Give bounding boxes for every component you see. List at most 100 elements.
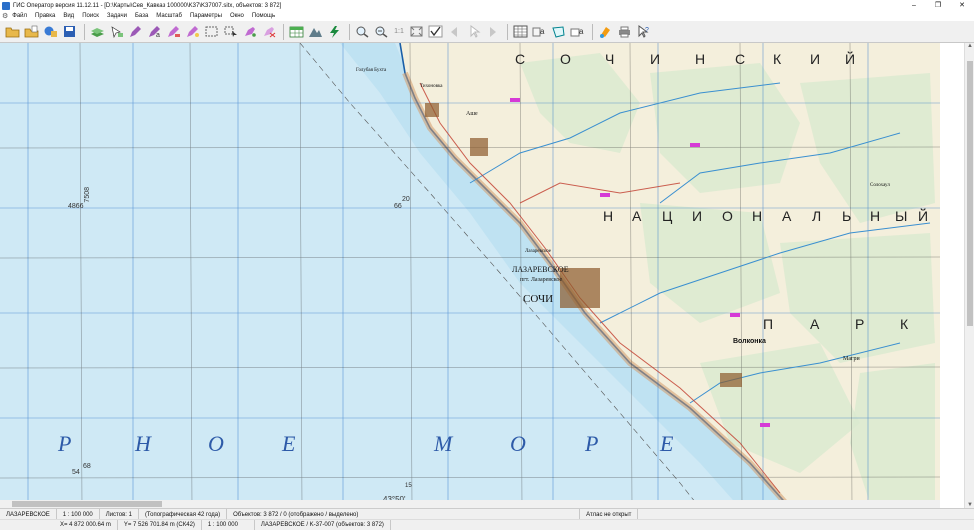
sea-name-letter: Е bbox=[660, 431, 674, 456]
vertical-scrollbar[interactable]: ▲ ▼ bbox=[964, 43, 974, 508]
open-folder-icon[interactable] bbox=[4, 23, 21, 40]
park-letter: Ч bbox=[605, 51, 615, 67]
settlement-label: Аше bbox=[466, 111, 478, 117]
latitude-sub-label: 15 bbox=[405, 483, 412, 489]
menu-view[interactable]: Вид bbox=[59, 13, 78, 19]
park-letter: П bbox=[763, 316, 774, 332]
pin-tool-icon[interactable] bbox=[241, 23, 258, 40]
menu-scale[interactable]: Масштаб bbox=[152, 13, 186, 19]
app-icon bbox=[2, 1, 10, 10]
toolbar-separator bbox=[592, 23, 593, 40]
layers-icon[interactable] bbox=[89, 23, 106, 40]
open-doc-icon[interactable] bbox=[23, 23, 40, 40]
delete-tool-icon[interactable] bbox=[260, 23, 277, 40]
open-data-icon[interactable] bbox=[42, 23, 59, 40]
city-sub-label: пгт. Лазаревское bbox=[520, 277, 563, 283]
svg-text:a: a bbox=[540, 27, 545, 36]
menu-edit[interactable]: Правка bbox=[31, 13, 59, 19]
toolbar-separator bbox=[84, 23, 85, 40]
park-letter: Ь bbox=[842, 208, 852, 224]
park-letter: Л bbox=[812, 208, 822, 224]
park-letter: Ц bbox=[662, 208, 673, 224]
close-button[interactable]: ✕ bbox=[950, 0, 974, 11]
zoom-ratio-label[interactable]: 1:1 bbox=[392, 23, 406, 40]
menu-parameters[interactable]: Параметры bbox=[186, 13, 226, 19]
park-letter: О bbox=[722, 208, 733, 224]
settlement-label: Магри bbox=[843, 356, 860, 362]
edit-tool-icon[interactable] bbox=[127, 23, 144, 40]
vertical-scroll-thumb[interactable] bbox=[967, 61, 973, 326]
park-letter: А bbox=[632, 208, 642, 224]
grid-coord-label: 7508 bbox=[84, 187, 91, 203]
settlement-label: Волконка bbox=[733, 338, 766, 345]
check-icon[interactable] bbox=[427, 23, 444, 40]
park-letter: Й bbox=[845, 51, 856, 67]
table-icon[interactable] bbox=[288, 23, 305, 40]
horizontal-scroll-thumb[interactable] bbox=[12, 501, 162, 507]
depth-label: 54 bbox=[72, 469, 80, 476]
menu-search[interactable]: Поиск bbox=[78, 13, 103, 19]
sea-name-letter: Н bbox=[135, 431, 151, 456]
toolbar-separator bbox=[283, 23, 284, 40]
settlement-label: Солохаул bbox=[870, 183, 890, 188]
rect-select-icon[interactable] bbox=[203, 23, 220, 40]
city-label: СОЧИ bbox=[523, 293, 554, 305]
fit-icon[interactable] bbox=[408, 23, 425, 40]
zoom-in-icon[interactable] bbox=[354, 23, 371, 40]
move-tool-icon[interactable] bbox=[222, 23, 239, 40]
park-letter: С bbox=[735, 51, 746, 67]
park-letter: Н bbox=[695, 51, 706, 67]
park-letter: К bbox=[773, 51, 782, 67]
menu-tasks[interactable]: Задачи bbox=[103, 13, 131, 19]
text-tool-icon[interactable]: a bbox=[146, 23, 163, 40]
grid-table-icon[interactable] bbox=[512, 23, 529, 40]
sea-name-letter: Е bbox=[282, 431, 296, 456]
depth-label: 66 bbox=[394, 203, 402, 210]
park-letter: Й bbox=[918, 208, 929, 224]
svg-text:a: a bbox=[579, 27, 584, 36]
park-letter: И bbox=[650, 51, 661, 67]
toolbar-separator bbox=[507, 23, 508, 40]
back-icon[interactable] bbox=[446, 23, 463, 40]
lightning-icon[interactable] bbox=[326, 23, 343, 40]
brush-tool-icon[interactable] bbox=[165, 23, 182, 40]
park-letter: И bbox=[692, 208, 703, 224]
svg-text:a: a bbox=[156, 32, 160, 38]
minimize-button[interactable]: – bbox=[902, 0, 926, 11]
polygon-icon[interactable] bbox=[550, 23, 567, 40]
help-pointer-icon[interactable]: ? bbox=[635, 23, 652, 40]
park-letter: Н bbox=[603, 208, 614, 224]
menu-database[interactable]: База bbox=[131, 13, 152, 19]
paint-icon[interactable] bbox=[597, 23, 614, 40]
print-icon[interactable] bbox=[616, 23, 633, 40]
depth-label: 68 bbox=[83, 463, 91, 470]
layers-edit-icon[interactable]: a bbox=[569, 23, 586, 40]
settlement-label: Лазаревское bbox=[525, 249, 552, 254]
menu-help[interactable]: Помощь bbox=[248, 13, 279, 19]
label-icon[interactable]: a bbox=[531, 23, 548, 40]
map-view[interactable]: Р Н О Е М О Р Е С О Ч И Н С К И Й Н А Ц … bbox=[0, 43, 940, 508]
maximize-button[interactable]: ❐ bbox=[926, 0, 950, 11]
toolbar-separator bbox=[349, 23, 350, 40]
pointer-icon[interactable] bbox=[465, 23, 482, 40]
sea-name-letter: О bbox=[208, 431, 224, 456]
mountain-icon[interactable] bbox=[307, 23, 324, 40]
zoom-out-icon[interactable] bbox=[373, 23, 390, 40]
svg-text:?: ? bbox=[645, 27, 649, 34]
toolbar: a 1:1 a a ? bbox=[0, 21, 974, 43]
scroll-up-icon[interactable]: ▲ bbox=[965, 43, 974, 49]
park-letter: А bbox=[810, 316, 820, 332]
park-letter: С bbox=[515, 51, 526, 67]
window-title: ГИС Оператор версия 11.12.11 - [D:\Карты… bbox=[13, 2, 282, 9]
select-object-icon[interactable] bbox=[108, 23, 125, 40]
sea-name-letter: Р bbox=[585, 431, 599, 456]
forward-icon[interactable] bbox=[484, 23, 501, 40]
save-icon[interactable] bbox=[61, 23, 78, 40]
sea-name-letter: Р bbox=[58, 431, 72, 456]
horizontal-scrollbar[interactable] bbox=[0, 500, 940, 508]
menu-window[interactable]: Окно bbox=[226, 13, 248, 19]
park-letter: И bbox=[810, 51, 821, 67]
settlement-label: Голубая Бухта bbox=[356, 68, 387, 73]
menu-file[interactable]: Файл bbox=[8, 13, 31, 19]
insert-tool-icon[interactable] bbox=[184, 23, 201, 40]
